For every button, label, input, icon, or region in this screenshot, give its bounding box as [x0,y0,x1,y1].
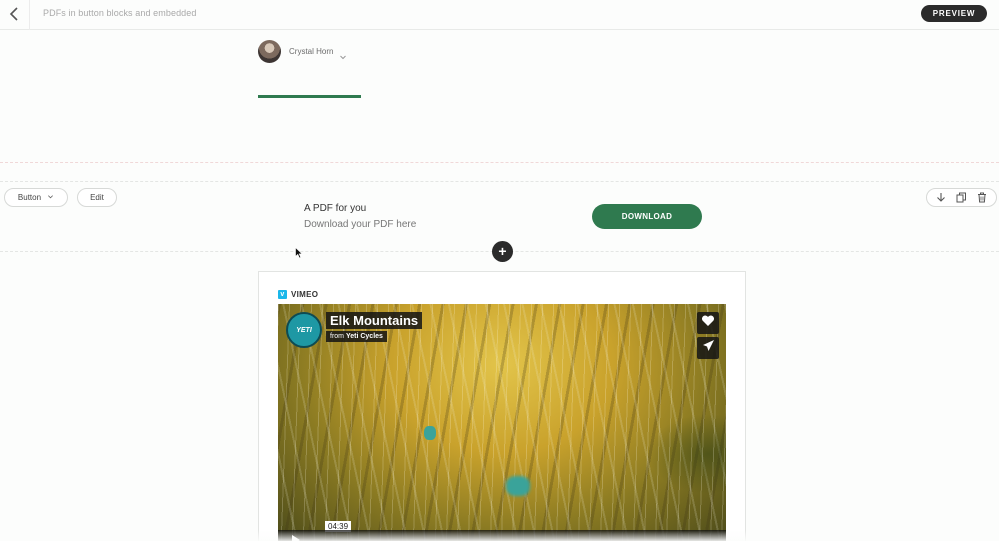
chevron-down-icon [47,193,54,202]
vimeo-icon: v [278,290,287,299]
back-arrow-icon[interactable] [8,6,22,22]
video-byline[interactable]: from Yeti Cycles [326,331,387,342]
like-button[interactable] [697,312,719,334]
move-down-icon[interactable] [934,191,948,205]
provider-label: VIMEO [291,290,319,299]
rider-figure [424,426,436,440]
channel-logo[interactable]: YETI [286,312,322,348]
author-name: Crystal Horn [289,47,334,56]
send-icon [702,339,715,357]
topbar-divider [29,0,30,30]
download-button[interactable]: DOWNLOAD [592,204,702,229]
share-button[interactable] [697,337,719,359]
duplicate-icon[interactable] [954,191,968,205]
edit-button[interactable]: Edit [77,188,117,207]
document-title: PDFs in button blocks and embedded [43,8,197,18]
byline-author: Yeti Cycles [345,333,383,340]
byline-prefix: from [330,333,344,340]
embed-provider: v VIMEO [278,290,318,299]
block-type-label: Button [17,193,42,202]
section-divider [0,162,999,163]
chevron-down-icon [339,48,347,59]
trash-icon[interactable] [975,191,989,205]
block-top-border [0,181,999,182]
block-type-dropdown[interactable]: Button [4,188,68,207]
block-actions [926,188,997,207]
add-block-button[interactable]: + [492,241,513,262]
bottom-fade [0,530,999,541]
heart-icon [701,314,715,332]
mouse-cursor-icon [295,246,303,259]
avatar [258,40,281,63]
button-block-subtitle[interactable]: Download your PDF here [304,219,416,230]
author-selector[interactable]: Crystal Horn [258,39,347,64]
rider-figure [506,476,530,496]
top-bar: PDFs in button blocks and embedded PREVI… [0,0,999,30]
video-title[interactable]: Elk Mountains [326,312,423,329]
video-player[interactable]: YETI Elk Mountains from Yeti Cycles 04:3… [278,304,726,541]
button-block-title[interactable]: A PDF for you [304,203,366,214]
title-underline [258,95,361,98]
preview-button[interactable]: PREVIEW [921,5,987,22]
